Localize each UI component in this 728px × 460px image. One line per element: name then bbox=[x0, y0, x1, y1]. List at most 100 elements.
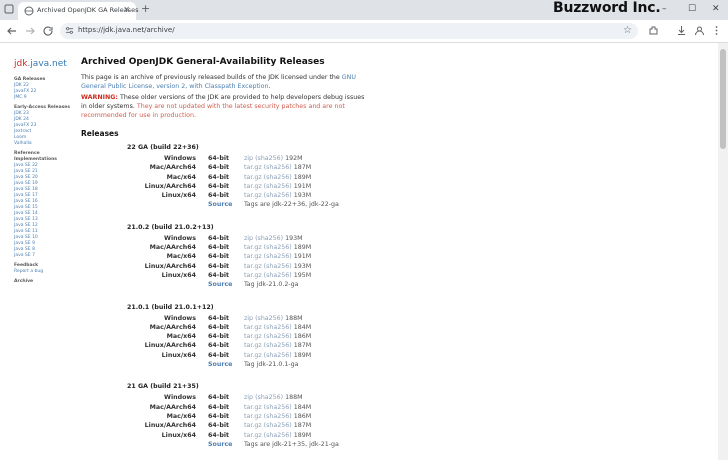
reload-icon[interactable] bbox=[42, 25, 54, 37]
download-link[interactable]: tar.gz bbox=[244, 352, 262, 359]
file-size: 186M bbox=[293, 333, 312, 341]
checksum-link[interactable]: (sha256) bbox=[255, 235, 283, 242]
platform-label: Linux/AArch64 bbox=[144, 182, 196, 190]
menu-icon[interactable] bbox=[711, 25, 722, 36]
new-tab-button[interactable]: + bbox=[141, 3, 150, 15]
checksum-link[interactable]: (sha256) bbox=[264, 272, 292, 279]
forward-icon[interactable] bbox=[24, 25, 36, 37]
download-link[interactable]: zip bbox=[244, 315, 253, 322]
download-links: tar.gz (sha256) 186M bbox=[244, 412, 311, 421]
sidebar-link[interactable]: Java SE 7 bbox=[14, 253, 74, 259]
download-link[interactable]: zip bbox=[244, 394, 253, 401]
download-links: tar.gz (sha256) 191M bbox=[244, 182, 311, 191]
checksum-link[interactable]: (sha256) bbox=[264, 263, 292, 270]
download-row: Mac/AArch64 64-bit tar.gz (sha256) 184M bbox=[81, 323, 381, 332]
download-link[interactable]: tar.gz bbox=[244, 413, 262, 420]
checksum-link[interactable]: (sha256) bbox=[264, 432, 292, 439]
download-links: tar.gz (sha256) 184M bbox=[244, 403, 311, 412]
address-bar[interactable]: https://jdk.java.net/archive/ ☆ bbox=[60, 23, 638, 39]
download-icon[interactable] bbox=[676, 25, 687, 36]
checksum-link[interactable]: (sha256) bbox=[255, 155, 283, 162]
source-link[interactable]: Source bbox=[208, 200, 232, 209]
source-link[interactable]: Source bbox=[208, 280, 232, 289]
sidebar-link[interactable]: Valhalla bbox=[14, 141, 74, 147]
release-title: 21.0.1 (build 21.0.1+12) bbox=[127, 303, 214, 311]
arch-label: 64-bit bbox=[208, 342, 230, 350]
page-scrollbar[interactable] bbox=[718, 43, 728, 460]
download-link[interactable]: tar.gz bbox=[244, 244, 262, 251]
platform-label: Mac/AArch64 bbox=[149, 403, 196, 411]
sidebar-link[interactable]: Report a bug bbox=[14, 269, 74, 275]
checksum-link[interactable]: (sha256) bbox=[264, 422, 292, 429]
download-link[interactable]: tar.gz bbox=[244, 272, 262, 279]
download-links: tar.gz (sha256) 195M bbox=[244, 271, 311, 280]
arch-label: 64-bit bbox=[208, 431, 230, 439]
download-link[interactable]: tar.gz bbox=[244, 263, 262, 270]
checksum-link[interactable]: (sha256) bbox=[255, 315, 283, 322]
download-link[interactable]: tar.gz bbox=[244, 164, 262, 171]
active-tab[interactable]: Archived OpenJDK GA Releases ✕ bbox=[18, 2, 138, 20]
close-window-icon[interactable]: ✕ bbox=[712, 4, 720, 14]
source-link[interactable]: Source bbox=[208, 360, 232, 369]
sidebar-link[interactable]: JMC 9 bbox=[14, 95, 74, 101]
checksum-link[interactable]: (sha256) bbox=[264, 342, 292, 349]
checksum-link[interactable]: (sha256) bbox=[264, 192, 292, 199]
source-link[interactable]: Source bbox=[208, 440, 232, 449]
checksum-link[interactable]: (sha256) bbox=[264, 333, 292, 340]
source-row: Source Tags are jdk-22+36, jdk-22-ga bbox=[81, 200, 381, 209]
download-link[interactable]: tar.gz bbox=[244, 333, 262, 340]
download-link[interactable]: tar.gz bbox=[244, 404, 262, 411]
checksum-link[interactable]: (sha256) bbox=[264, 174, 292, 181]
platform-label: Mac/x64 bbox=[166, 173, 196, 181]
bookmark-star-icon[interactable]: ☆ bbox=[623, 25, 632, 36]
download-link[interactable]: tar.gz bbox=[244, 183, 262, 190]
site-info-icon[interactable] bbox=[65, 26, 74, 35]
checksum-link[interactable]: (sha256) bbox=[264, 324, 292, 331]
tab-search-icon[interactable] bbox=[4, 4, 14, 14]
minimize-icon[interactable]: – bbox=[662, 4, 667, 14]
file-size: 187M bbox=[293, 342, 312, 350]
arch-label: 64-bit bbox=[208, 314, 230, 322]
scrollbar-thumb[interactable] bbox=[720, 49, 726, 149]
download-link[interactable]: tar.gz bbox=[244, 253, 262, 260]
download-row: Windows 64-bit zip (sha256) 188M bbox=[81, 314, 381, 323]
arch-label: 64-bit bbox=[208, 394, 230, 402]
source-tags: Tags are jdk-21+35, jdk-21-ga bbox=[244, 440, 339, 448]
checksum-link[interactable]: (sha256) bbox=[264, 413, 292, 420]
site-logo[interactable]: jdk.java.net bbox=[14, 59, 74, 69]
checksum-link[interactable]: (sha256) bbox=[264, 164, 292, 171]
tab-close-icon[interactable]: ✕ bbox=[123, 5, 130, 14]
file-size: 189M bbox=[293, 173, 312, 181]
profile-icon[interactable] bbox=[694, 25, 705, 36]
download-link[interactable]: tar.gz bbox=[244, 324, 262, 331]
download-link[interactable]: tar.gz bbox=[244, 192, 262, 199]
download-link[interactable]: zip bbox=[244, 235, 253, 242]
maximize-icon[interactable]: ☐ bbox=[688, 4, 696, 14]
source-row: Source Tag jdk-21.0.1-ga bbox=[81, 360, 381, 369]
platform-label: Mac/AArch64 bbox=[149, 164, 196, 172]
platform-label: Mac/x64 bbox=[166, 253, 196, 261]
download-links: tar.gz (sha256) 187M bbox=[244, 341, 311, 350]
arch-label: 64-bit bbox=[208, 262, 230, 270]
download-links: tar.gz (sha256) 187M bbox=[244, 421, 311, 430]
checksum-link[interactable]: (sha256) bbox=[264, 404, 292, 411]
arch-label: 64-bit bbox=[208, 164, 230, 172]
download-links: tar.gz (sha256) 186M bbox=[244, 332, 311, 341]
download-link[interactable]: tar.gz bbox=[244, 342, 262, 349]
download-link[interactable]: zip bbox=[244, 155, 253, 162]
platform-label: Linux/AArch64 bbox=[144, 342, 196, 350]
arch-label: 64-bit bbox=[208, 173, 230, 181]
checksum-link[interactable]: (sha256) bbox=[264, 352, 292, 359]
back-icon[interactable] bbox=[6, 25, 18, 37]
download-link[interactable]: tar.gz bbox=[244, 432, 262, 439]
checksum-link[interactable]: (sha256) bbox=[255, 394, 283, 401]
download-row: Mac/x64 64-bit tar.gz (sha256) 191M bbox=[81, 252, 381, 261]
file-size: 187M bbox=[293, 422, 312, 430]
extensions-icon[interactable] bbox=[648, 25, 659, 36]
download-link[interactable]: tar.gz bbox=[244, 422, 262, 429]
checksum-link[interactable]: (sha256) bbox=[264, 244, 292, 251]
checksum-link[interactable]: (sha256) bbox=[264, 253, 292, 260]
download-link[interactable]: tar.gz bbox=[244, 174, 262, 181]
download-links: zip (sha256) 192M bbox=[244, 154, 303, 163]
checksum-link[interactable]: (sha256) bbox=[264, 183, 292, 190]
